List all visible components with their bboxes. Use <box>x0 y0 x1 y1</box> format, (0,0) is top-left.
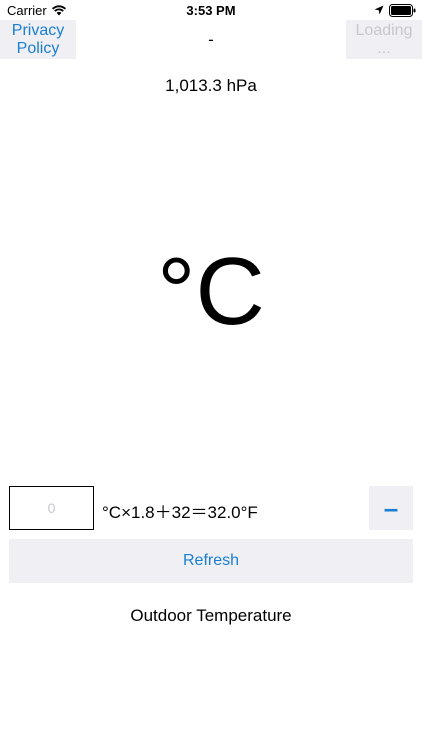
location-arrow-icon <box>374 5 384 15</box>
celsius-input[interactable] <box>9 486 94 530</box>
conversion-formula: °C×1.8＋32＝32.0°F <box>102 503 258 522</box>
clock: 3:53 PM <box>186 3 236 18</box>
outdoor-temperature-label: Outdoor Temperature <box>130 606 292 625</box>
pressure-readout: 1,013.3 hPa <box>165 76 257 95</box>
loading-button[interactable]: Loading ... <box>346 20 422 59</box>
status-bar: Carrier 3:53 PM <box>0 0 422 22</box>
battery-icon <box>389 4 416 17</box>
minus-button[interactable]: – <box>369 486 413 530</box>
temperature-display: °C <box>157 238 265 345</box>
privacy-policy-button[interactable]: Privacy Policy <box>0 20 76 59</box>
location-title: - <box>208 30 214 49</box>
app-screen: Carrier 3:53 PM Privacy Policy - Loading… <box>0 0 422 750</box>
refresh-button[interactable]: Refresh <box>9 539 413 583</box>
